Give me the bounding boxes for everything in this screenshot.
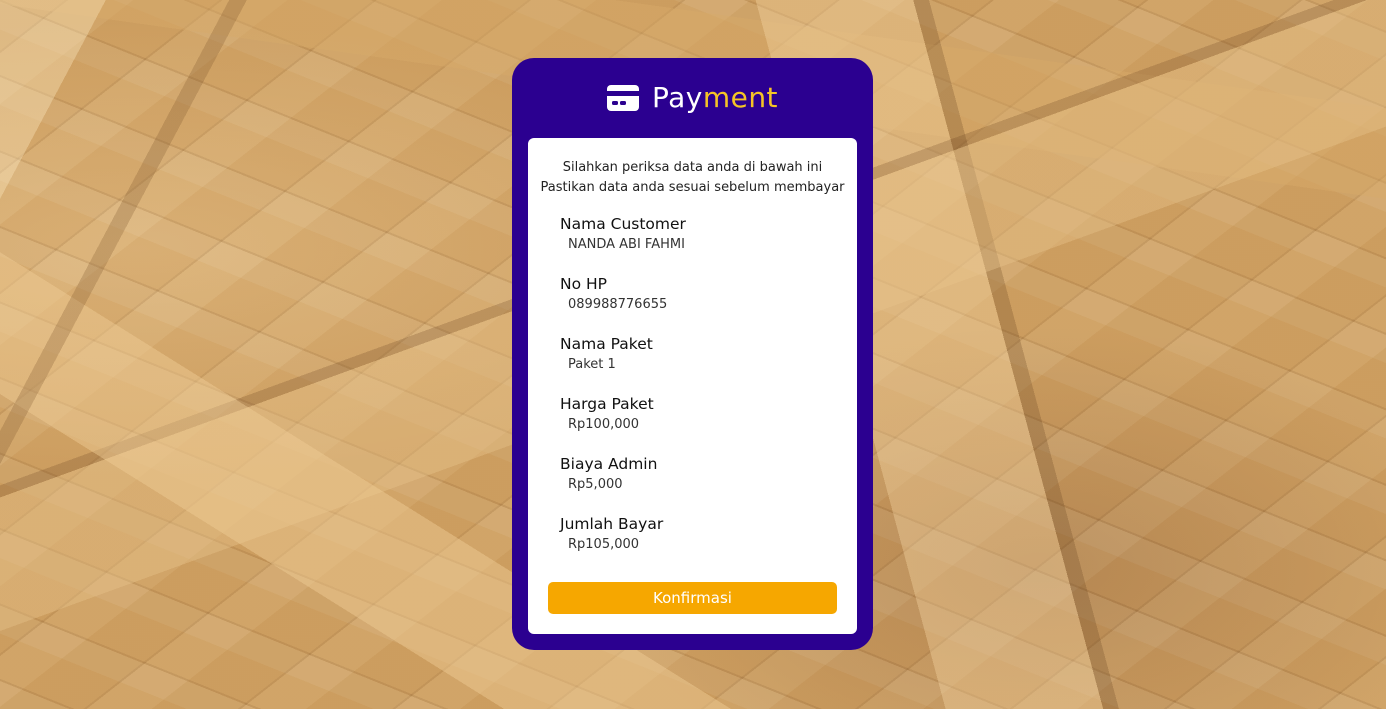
field-package-name: Nama Paket Paket 1 <box>560 326 857 386</box>
field-value: 089988776655 <box>568 297 668 312</box>
field-value: Rp105,000 <box>568 537 640 552</box>
field-label: Nama Customer <box>560 215 686 233</box>
field-admin-fee: Biaya Admin Rp5,000 <box>560 446 857 506</box>
instruction-line-1: Silahkan periksa data anda di bawah ini <box>562 160 823 175</box>
instruction-line-2: Pastikan data anda sesuai sebelum membay… <box>540 180 845 195</box>
field-label: No HP <box>560 275 608 293</box>
field-value: NANDA ABI FAHMI <box>568 237 685 252</box>
brand-title: Payment <box>652 84 778 112</box>
brand-title-part2: ment <box>702 81 779 114</box>
field-label: Jumlah Bayar <box>560 515 664 533</box>
credit-card-icon <box>606 85 639 111</box>
detail-fields: Nama Customer NANDA ABI FAHMI No HP 0899… <box>528 206 857 566</box>
field-value: Rp100,000 <box>568 417 640 432</box>
field-value: Rp5,000 <box>568 477 623 492</box>
field-package-price: Harga Paket Rp100,000 <box>560 386 857 446</box>
confirm-button[interactable]: Konfirmasi <box>548 582 837 614</box>
payment-details-panel: Silahkan periksa data anda di bawah ini … <box>528 138 857 634</box>
field-label: Nama Paket <box>560 335 653 353</box>
field-total-payment: Jumlah Bayar Rp105,000 <box>560 506 857 566</box>
field-phone-number: No HP 089988776655 <box>560 266 857 326</box>
card-header: Payment <box>512 58 873 138</box>
brand-title-part1: Pay <box>651 81 703 114</box>
payment-card: Payment Silahkan periksa data anda di ba… <box>512 58 873 650</box>
field-value: Paket 1 <box>568 357 616 372</box>
instructions: Silahkan periksa data anda di bawah ini … <box>528 158 857 198</box>
field-customer-name: Nama Customer NANDA ABI FAHMI <box>560 206 857 266</box>
field-label: Biaya Admin <box>560 455 658 473</box>
field-label: Harga Paket <box>560 395 654 413</box>
